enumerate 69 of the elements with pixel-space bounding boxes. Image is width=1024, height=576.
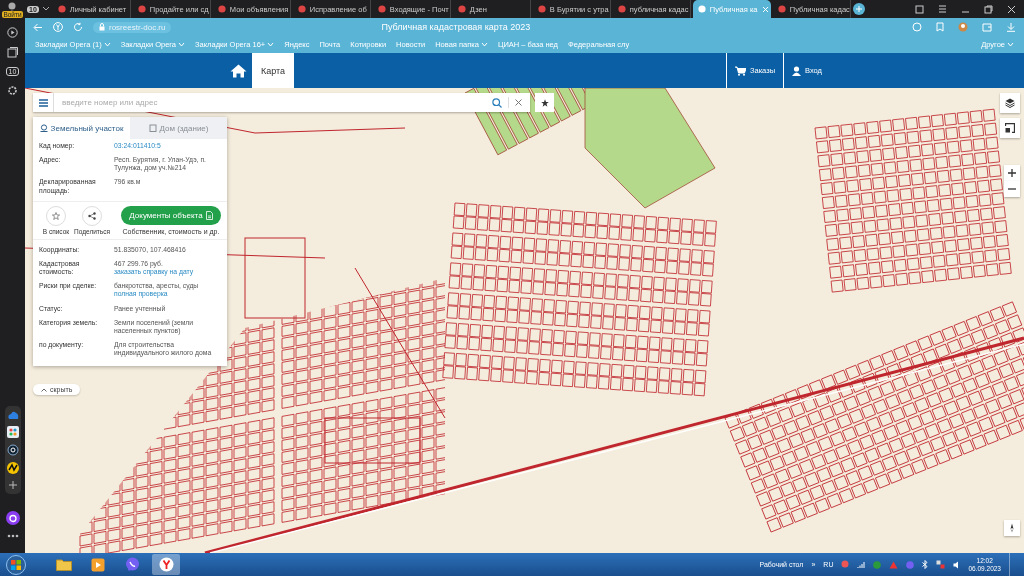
extension-icon[interactable]	[958, 22, 968, 32]
start-orb-icon[interactable]	[6, 554, 26, 575]
zoom-out-button[interactable]	[1004, 181, 1020, 197]
tab-favicon-icon	[377, 5, 386, 13]
plus-icon	[1008, 169, 1016, 177]
chevron-down-icon	[103, 42, 111, 47]
cart-icon	[734, 65, 746, 76]
home-icon[interactable]	[230, 63, 247, 78]
panel-tab[interactable]: Земельный участок	[33, 117, 130, 139]
document-icon	[205, 210, 213, 220]
more-icon[interactable]	[6, 534, 19, 538]
user-icon	[792, 65, 802, 76]
circle-dot-icon[interactable]	[6, 444, 19, 456]
tab-favicon-icon	[537, 5, 546, 13]
search-bar[interactable]: введите номер или адрес	[33, 93, 530, 112]
expand-button[interactable]	[1000, 118, 1020, 138]
wave-icon[interactable]	[6, 462, 19, 474]
speaker-icon[interactable]	[953, 560, 961, 569]
chevron-down-icon	[480, 42, 488, 47]
tab-favicon-icon	[297, 5, 306, 13]
tab-favicon-icon	[617, 5, 626, 13]
tab-favicon-icon	[777, 5, 786, 13]
chevron-down-icon[interactable]	[40, 5, 51, 13]
caret-up-icon	[41, 387, 47, 392]
grid-icon[interactable]	[6, 426, 19, 438]
nav-tab[interactable]: Карта	[252, 53, 295, 88]
pin-icon	[39, 124, 48, 132]
tab-favicon-icon	[457, 5, 466, 13]
cloud-icon[interactable]	[6, 410, 19, 420]
corner-frame-icon	[1005, 123, 1015, 133]
layers-button[interactable]	[1000, 93, 1020, 113]
signal-bars-icon[interactable]	[857, 560, 866, 569]
gear-icon[interactable]	[7, 85, 18, 96]
layers-icon	[1005, 98, 1015, 108]
media-player-icon[interactable]	[91, 557, 105, 572]
menu-icon[interactable]	[38, 98, 48, 107]
plus-icon[interactable]	[7, 480, 18, 490]
tab-favicon-icon	[217, 5, 226, 13]
play-circle-icon[interactable]	[7, 27, 18, 38]
close-icon[interactable]	[1007, 4, 1016, 14]
restore-icon[interactable]	[984, 4, 993, 14]
tab-favicon-icon	[697, 5, 706, 13]
minus-icon	[1008, 185, 1016, 193]
star-outline-icon	[52, 211, 60, 220]
snapshot-icon[interactable]	[915, 4, 924, 14]
new-tab-icon[interactable]	[852, 3, 865, 15]
tab-favicon-icon	[57, 5, 66, 13]
bluetooth-icon[interactable]	[922, 560, 929, 569]
search-field[interactable]: введите номер или адрес	[54, 98, 492, 107]
favorites-button[interactable]	[535, 93, 554, 112]
building-icon	[148, 124, 157, 132]
assistant-icon[interactable]	[5, 511, 20, 525]
star-icon	[540, 98, 549, 107]
documents-button[interactable]: Документы объекта	[121, 205, 221, 225]
chevron-down-icon	[267, 42, 275, 47]
network-icon[interactable]	[936, 560, 946, 569]
window-icon[interactable]	[7, 47, 18, 58]
tab-favicon-icon	[137, 5, 146, 13]
search-icon[interactable]	[492, 97, 502, 108]
compass-button[interactable]	[1004, 520, 1020, 536]
chevron-down-icon	[178, 42, 186, 47]
lock-icon	[99, 23, 105, 31]
folder-icon[interactable]	[56, 558, 72, 571]
y-browser-icon[interactable]	[158, 557, 174, 572]
share-icon	[88, 211, 96, 220]
chevron-down-icon	[1007, 42, 1014, 47]
page-title: Публичная кадастровая карта 2023	[381, 22, 531, 32]
zoom-in-button[interactable]	[1004, 165, 1020, 181]
close-icon[interactable]	[515, 99, 522, 106]
